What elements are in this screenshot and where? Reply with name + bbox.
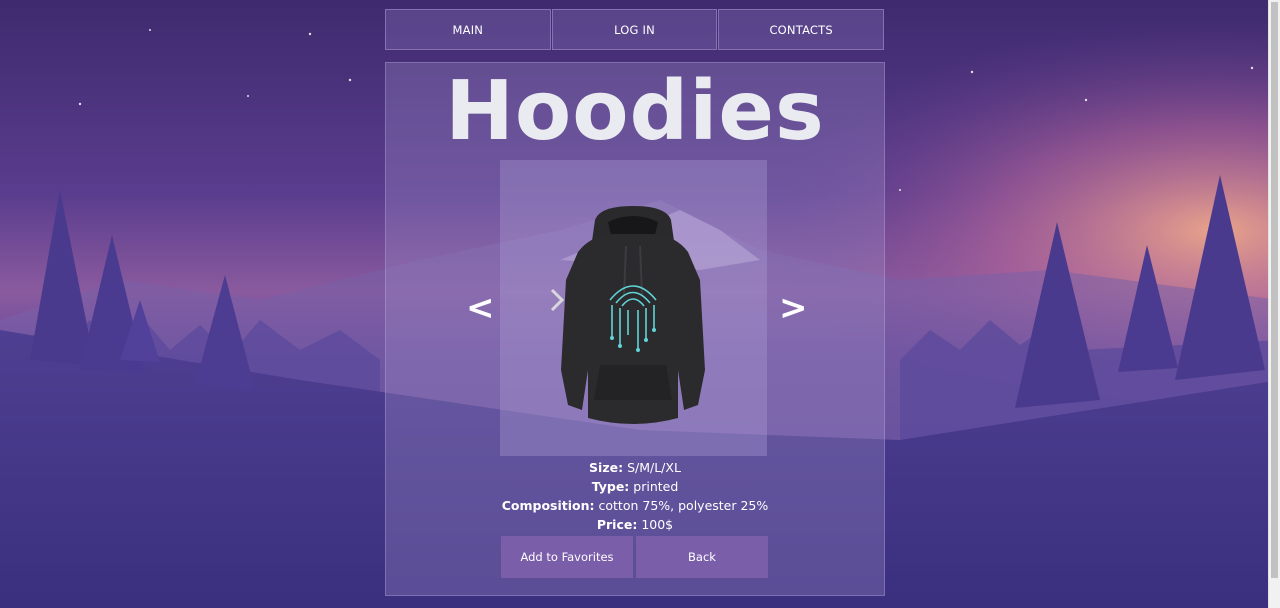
back-button[interactable]: Back (636, 536, 768, 578)
product-specs: Size: S/M/L/XL Type: printed Composition… (385, 458, 885, 534)
top-nav: MAIN LOG IN CONTACTS (385, 9, 885, 50)
spec-label: Type: (591, 479, 630, 494)
spec-type: Type: printed (385, 477, 885, 496)
scrollbar-thumb[interactable] (1271, 2, 1278, 578)
add-to-favorites-button[interactable]: Add to Favorites (501, 536, 633, 578)
spec-value: 100$ (641, 517, 674, 532)
prev-image-button[interactable]: < (466, 288, 495, 328)
hoodie-image (550, 206, 705, 424)
next-image-button[interactable]: > (779, 288, 808, 328)
spec-value: cotton 75%, polyester 25% (598, 498, 769, 513)
spec-value: S/M/L/XL (627, 460, 681, 475)
nav-item-log-in[interactable]: LOG IN (551, 9, 718, 50)
nav-item-contacts[interactable]: CONTACTS (718, 9, 885, 50)
spec-price: Price: 100$ (385, 515, 885, 534)
page-title: Hoodies (445, 64, 825, 159)
spec-composition: Composition: cotton 75%, polyester 25% (385, 496, 885, 515)
spec-value: printed (633, 479, 679, 494)
spec-size: Size: S/M/L/XL (385, 458, 885, 477)
spec-label: Price: (596, 517, 638, 532)
nav-item-main[interactable]: MAIN (385, 9, 551, 50)
spec-label: Size: (589, 460, 624, 475)
product-image-frame (500, 160, 767, 456)
spec-label: Composition: (501, 498, 595, 513)
